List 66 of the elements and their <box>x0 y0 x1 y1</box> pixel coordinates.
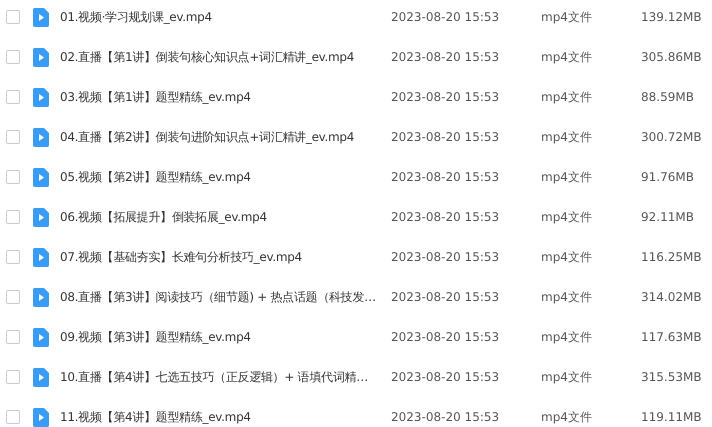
modified-date: 2023-08-20 15:53 <box>391 370 500 384</box>
video-file-icon <box>33 208 49 226</box>
modified-date: 2023-08-20 15:53 <box>391 130 500 144</box>
modified-date: 2023-08-20 15:53 <box>391 250 500 264</box>
checkbox[interactable] <box>6 210 20 224</box>
video-file-icon <box>33 88 49 106</box>
modified-date: 2023-08-20 15:53 <box>391 170 500 184</box>
modified-date: 2023-08-20 15:53 <box>391 90 500 104</box>
file-size: 91.76MB <box>641 170 694 184</box>
file-name[interactable]: 06.视频【拓展提升】倒装拓展_ev.mp4 <box>60 208 391 226</box>
file-name[interactable]: 04.直播【第2讲】倒装句进阶知识点+词汇精讲_ev.mp4 <box>60 128 391 146</box>
file-size: 92.11MB <box>641 210 694 224</box>
file-size: 315.53MB <box>641 370 702 384</box>
file-name[interactable]: 02.直播【第1讲】倒装句核心知识点+词汇精讲_ev.mp4 <box>60 48 391 66</box>
video-file-icon <box>33 248 49 266</box>
video-file-icon <box>33 48 49 66</box>
checkbox[interactable] <box>6 290 20 304</box>
file-name[interactable]: 05.视频【第2讲】题型精练_ev.mp4 <box>60 168 391 186</box>
file-name[interactable]: 11.视频【第4讲】题型精练_ev.mp4 <box>60 408 391 426</box>
file-type: mp4文件 <box>541 208 593 226</box>
checkbox[interactable] <box>6 370 20 384</box>
file-name[interactable]: 03.视频【第1讲】题型精练_ev.mp4 <box>60 88 391 106</box>
file-type: mp4文件 <box>541 368 593 386</box>
file-name[interactable]: 07.视频【基础夯实】长难句分析技巧_ev.mp4 <box>60 248 391 266</box>
file-type: mp4文件 <box>541 128 593 146</box>
file-size: 88.59MB <box>641 90 694 104</box>
video-file-icon <box>33 368 49 386</box>
file-size: 305.86MB <box>641 50 702 64</box>
modified-date: 2023-08-20 15:53 <box>391 10 500 24</box>
checkbox[interactable] <box>6 170 20 184</box>
modified-date: 2023-08-20 15:53 <box>391 330 500 344</box>
file-type: mp4文件 <box>541 48 593 66</box>
file-type: mp4文件 <box>541 88 593 106</box>
video-file-icon <box>33 328 49 346</box>
file-size: 116.25MB <box>641 250 702 264</box>
checkbox[interactable] <box>6 330 20 344</box>
modified-date: 2023-08-20 15:53 <box>391 50 500 64</box>
checkbox[interactable] <box>6 90 20 104</box>
video-file-icon <box>33 408 49 426</box>
file-type: mp4文件 <box>541 408 593 426</box>
checkbox[interactable] <box>6 50 20 64</box>
file-size: 119.11MB <box>641 410 702 424</box>
file-type: mp4文件 <box>541 168 593 186</box>
video-file-icon <box>33 288 49 306</box>
file-type: mp4文件 <box>541 8 593 26</box>
modified-date: 2023-08-20 15:53 <box>391 290 500 304</box>
file-name[interactable]: 09.视频【第3讲】题型精练_ev.mp4 <box>60 328 391 346</box>
checkbox[interactable] <box>6 250 20 264</box>
file-size: 300.72MB <box>641 130 702 144</box>
file-type: mp4文件 <box>541 288 593 306</box>
file-type: mp4文件 <box>541 328 593 346</box>
video-file-icon <box>33 128 49 146</box>
checkbox[interactable] <box>6 130 20 144</box>
file-size: 314.02MB <box>641 290 702 304</box>
video-file-icon <box>33 8 49 26</box>
file-name[interactable]: 10.直播【第4讲】七选五技巧（正反逻辑）+ 语填代词精… <box>60 368 391 386</box>
modified-date: 2023-08-20 15:53 <box>391 410 500 424</box>
file-size: 117.63MB <box>641 330 702 344</box>
file-name[interactable]: 01.视频·学习规划课_ev.mp4 <box>60 8 391 26</box>
file-type: mp4文件 <box>541 248 593 266</box>
video-file-icon <box>33 168 49 186</box>
checkbox[interactable] <box>6 410 20 424</box>
checkbox[interactable] <box>6 10 20 24</box>
file-name[interactable]: 08.直播【第3讲】阅读技巧（细节题) + 热点话题（科技发… <box>60 288 391 306</box>
file-size: 139.12MB <box>641 10 702 24</box>
modified-date: 2023-08-20 15:53 <box>391 210 500 224</box>
